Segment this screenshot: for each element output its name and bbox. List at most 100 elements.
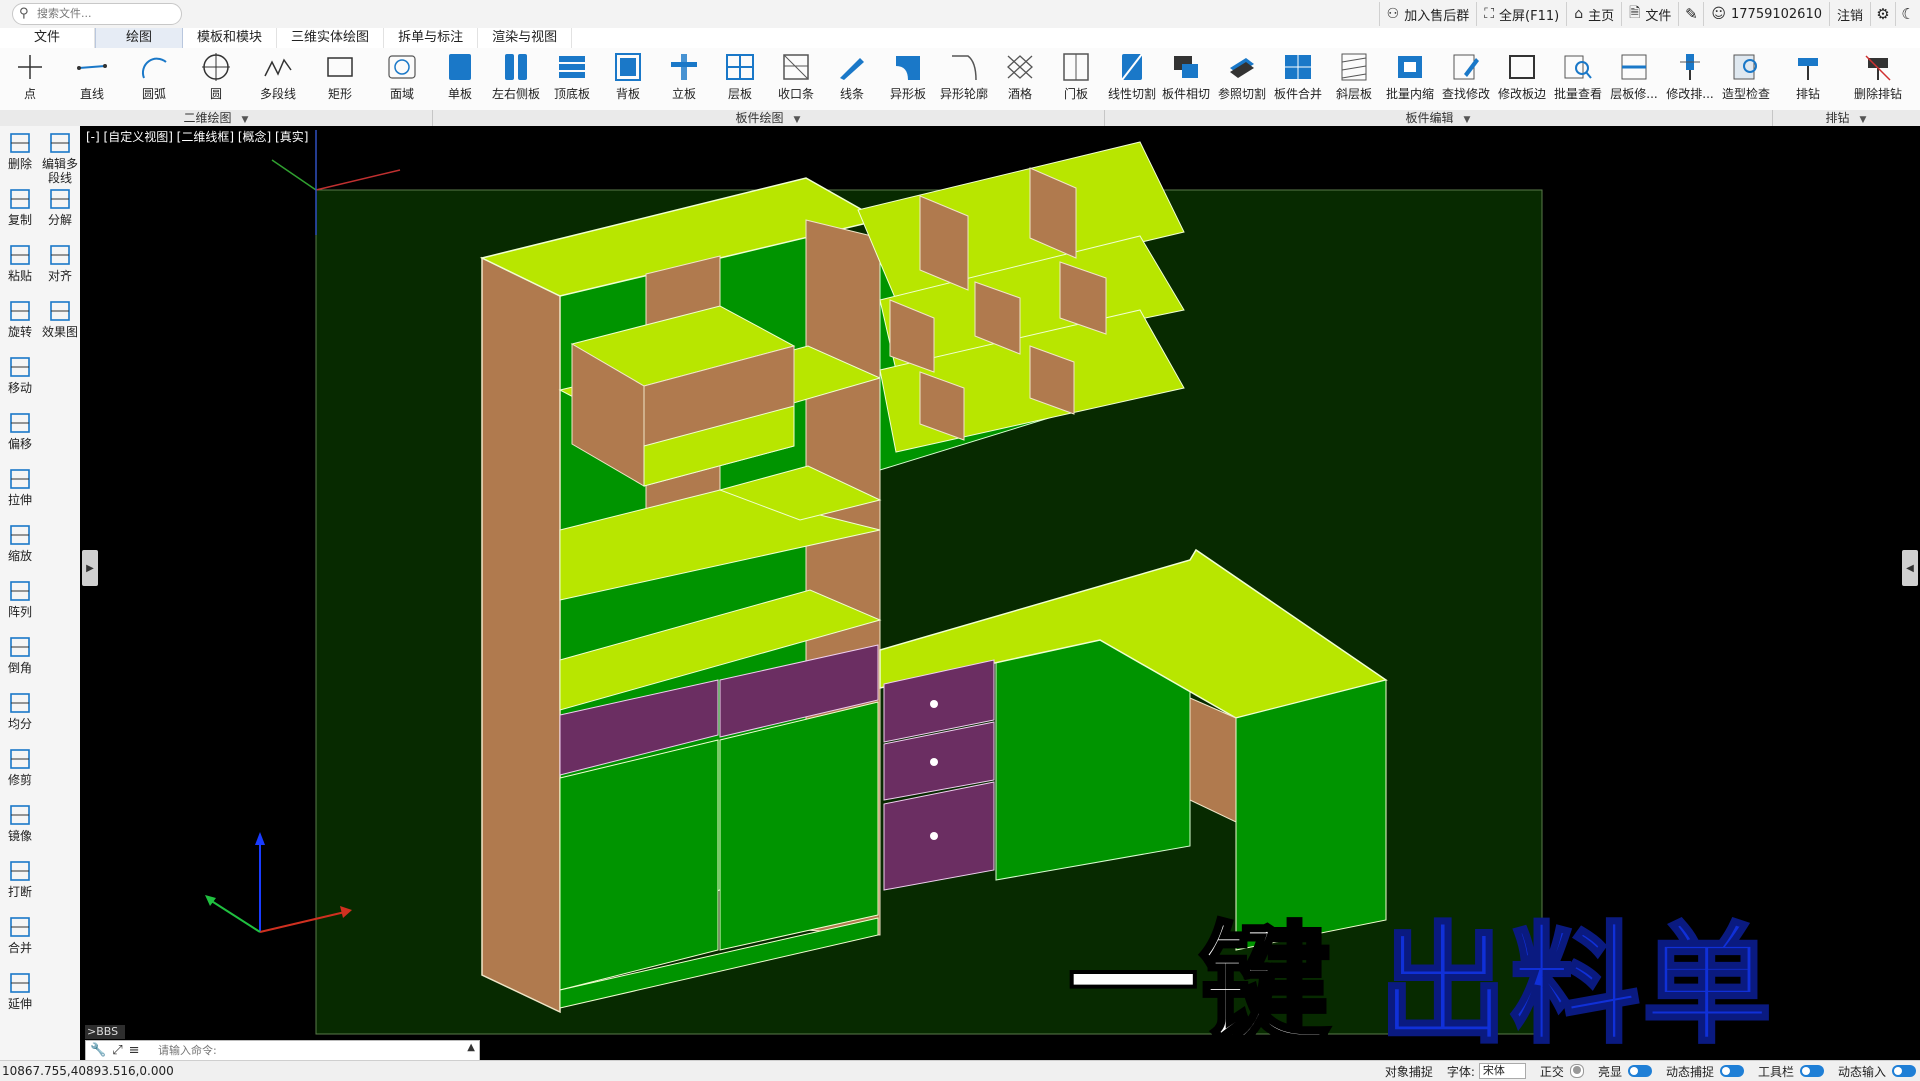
tool-model-check[interactable]: 造型检查 <box>1718 50 1774 108</box>
tool-align[interactable]: 对齐 <box>40 240 80 296</box>
ortho-toggle[interactable]: 正交 <box>1540 1063 1584 1080</box>
logout-button[interactable]: 注销 <box>1828 2 1870 26</box>
settings-button[interactable]: ⚙ <box>1870 2 1895 26</box>
tool-line[interactable]: 直线 <box>64 50 120 108</box>
theme-button[interactable]: ☾ <box>1895 2 1920 26</box>
tool-find-modify[interactable]: 查找修改 <box>1438 50 1494 108</box>
highlight-switch[interactable] <box>1627 1065 1652 1077</box>
search-input[interactable] <box>37 6 175 21</box>
tool-panel-tangent[interactable]: 板件相切 <box>1158 50 1214 108</box>
explode-icon <box>40 186 80 212</box>
toolbar-toggle[interactable]: 工具栏 <box>1758 1063 1824 1080</box>
tool-reference-cut[interactable]: 参照切割 <box>1214 50 1270 108</box>
tool-join[interactable]: 合并 <box>0 912 40 968</box>
tool-explode[interactable]: 分解 <box>40 184 80 240</box>
file-button[interactable]: 🗎 文件 <box>1621 2 1678 26</box>
command-line[interactable]: 🔧⤢≡ ▲ <box>85 1040 480 1062</box>
tool-edge-strip[interactable]: 收口条 <box>768 50 824 108</box>
menu-draw[interactable]: 绘图 <box>95 28 184 48</box>
tool-array[interactable]: 阵列 <box>0 576 40 632</box>
fullscreen-button[interactable]: ⛶ 全屏(F11) <box>1476 2 1566 26</box>
chart-icon[interactable]: ≡ <box>129 1043 146 1058</box>
tool-chamfer[interactable]: 倒角 <box>0 632 40 688</box>
tool-modify-edge[interactable]: 修改板边 <box>1494 50 1550 108</box>
tool-batch-inset[interactable]: 批量内缩 <box>1382 50 1438 108</box>
menu-templates[interactable]: 模板和模块 <box>183 28 278 48</box>
wrench-icon[interactable]: 🔧 <box>90 1043 112 1058</box>
bookcase-model[interactable] <box>479 177 883 1014</box>
menu-render-view[interactable]: 渲染与视图 <box>478 28 573 48</box>
tool-break[interactable]: 打断 <box>0 856 40 912</box>
tool-circle[interactable]: 圆 <box>188 50 244 108</box>
tool-shelf-modify[interactable]: 层板修... <box>1606 50 1662 108</box>
tool-delete-drill[interactable]: 删除排钻 <box>1850 50 1906 108</box>
tool-polyline[interactable]: 多段线 <box>250 50 306 108</box>
tool-molding[interactable]: 线条 <box>824 50 880 108</box>
tool-arc[interactable]: 圆弧 <box>126 50 182 108</box>
object-snap-button[interactable]: 对象捕捉 <box>1385 1063 1433 1080</box>
tool-wine-rack[interactable]: 酒格 <box>992 50 1048 108</box>
tool-back-panel[interactable]: 背板 <box>600 50 656 108</box>
tool-panel-merge[interactable]: 板件合并 <box>1270 50 1326 108</box>
menu-split-annotate[interactable]: 拆单与标注 <box>384 28 479 48</box>
tool-region[interactable]: 面域 <box>374 50 430 108</box>
tool-copy[interactable]: 复制 <box>0 184 40 240</box>
tool-top-bottom-panel[interactable]: 顶底板 <box>544 50 600 108</box>
edit-button[interactable]: ✎ <box>1678 2 1703 26</box>
menu-3d-solid[interactable]: 三维实体绘图 <box>277 28 385 48</box>
tool-trim[interactable]: 修剪 <box>0 744 40 800</box>
tool-extend[interactable]: 延伸 <box>0 968 40 1024</box>
tool-edit-polyline[interactable]: 编辑多段线 <box>40 128 80 185</box>
tool-door-panel[interactable]: 门板 <box>1048 50 1104 108</box>
tool-drill[interactable]: 排钻 <box>1780 50 1836 108</box>
tool-shaped-outline[interactable]: 异形轮廓 <box>936 50 992 108</box>
join-support-group-button[interactable]: ⚇ 加入售后群 <box>1378 2 1477 26</box>
search-box[interactable]: ⚲ <box>12 3 182 25</box>
dynamic-input-toggle[interactable]: 动态输入 <box>1838 1063 1916 1080</box>
tool-offset[interactable]: 偏移 <box>0 408 40 464</box>
tool-shelf[interactable]: 层板 <box>712 50 768 108</box>
tool-batch-view[interactable]: 批量查看 <box>1550 50 1606 108</box>
expand-icon[interactable]: ⤢ <box>112 1043 128 1058</box>
group-2d-draw[interactable]: 二维绘图 ▼ <box>0 110 433 126</box>
tool-label: 镜像 <box>7 829 32 843</box>
dynamic-snap-switch[interactable] <box>1719 1065 1744 1077</box>
font-selector[interactable]: 字体: 宋体 <box>1447 1063 1526 1080</box>
tool-paste[interactable]: 粘贴 <box>0 240 40 296</box>
tool-move[interactable]: 移动 <box>0 352 40 408</box>
tool-linear-cut[interactable]: 线性切割 <box>1104 50 1160 108</box>
tool-mirror[interactable]: 镜像 <box>0 800 40 856</box>
group-panel-draw[interactable]: 板件绘图 ▼ <box>432 110 1105 126</box>
ortho-switch[interactable] <box>1569 1064 1584 1078</box>
tool-vertical-panel[interactable]: 立板 <box>656 50 712 108</box>
view-mode-label[interactable]: [-] [自定义视图] [二维线框] [概念] [真实] <box>86 128 308 145</box>
tool-shaped-panel[interactable]: 异形板 <box>880 50 936 108</box>
tool-render[interactable]: 效果图 <box>40 296 80 352</box>
tool-scale[interactable]: 缩放 <box>0 520 40 576</box>
tool-side-panels[interactable]: 左右侧板 <box>488 50 544 108</box>
tool-single-panel[interactable]: 单板 <box>432 50 488 108</box>
tool-rotate[interactable]: 旋转 <box>0 296 40 352</box>
group-panel-edit[interactable]: 板件编辑 ▼ <box>1104 110 1773 126</box>
toolbar-switch[interactable] <box>1799 1065 1824 1077</box>
tool-label: 板件相切 <box>1161 87 1210 101</box>
tool-rectangle[interactable]: 矩形 <box>312 50 368 108</box>
tool-slant-shelf[interactable]: 斜层板 <box>1326 50 1382 108</box>
highlight-toggle[interactable]: 亮显 <box>1598 1063 1652 1080</box>
tool-stretch[interactable]: 拉伸 <box>0 464 40 520</box>
group-drill[interactable]: 排钻 ▼ <box>1772 110 1920 126</box>
tool-point[interactable]: 点 <box>2 50 58 108</box>
command-input[interactable] <box>158 1043 458 1058</box>
dynamic-snap-toggle[interactable]: 动态捕捉 <box>1666 1063 1744 1080</box>
menu-file[interactable]: 文件 <box>0 28 96 48</box>
dynamic-input-switch[interactable] <box>1892 1065 1916 1077</box>
tool-divide[interactable]: 均分 <box>0 688 40 744</box>
font-select[interactable]: 宋体 <box>1478 1063 1526 1079</box>
home-button[interactable]: ⌂ 主页 <box>1566 2 1621 26</box>
chevron-up-icon[interactable]: ▲ <box>467 1042 475 1053</box>
left-panel-toggle[interactable]: ▶ <box>82 550 98 586</box>
user-account[interactable]: ☺ 17759102610 <box>1703 2 1829 26</box>
right-panel-toggle[interactable]: ◀ <box>1902 550 1918 586</box>
tool-modify-drill[interactable]: 修改排... <box>1662 50 1718 108</box>
tool-delete[interactable]: 删除 <box>0 128 40 184</box>
